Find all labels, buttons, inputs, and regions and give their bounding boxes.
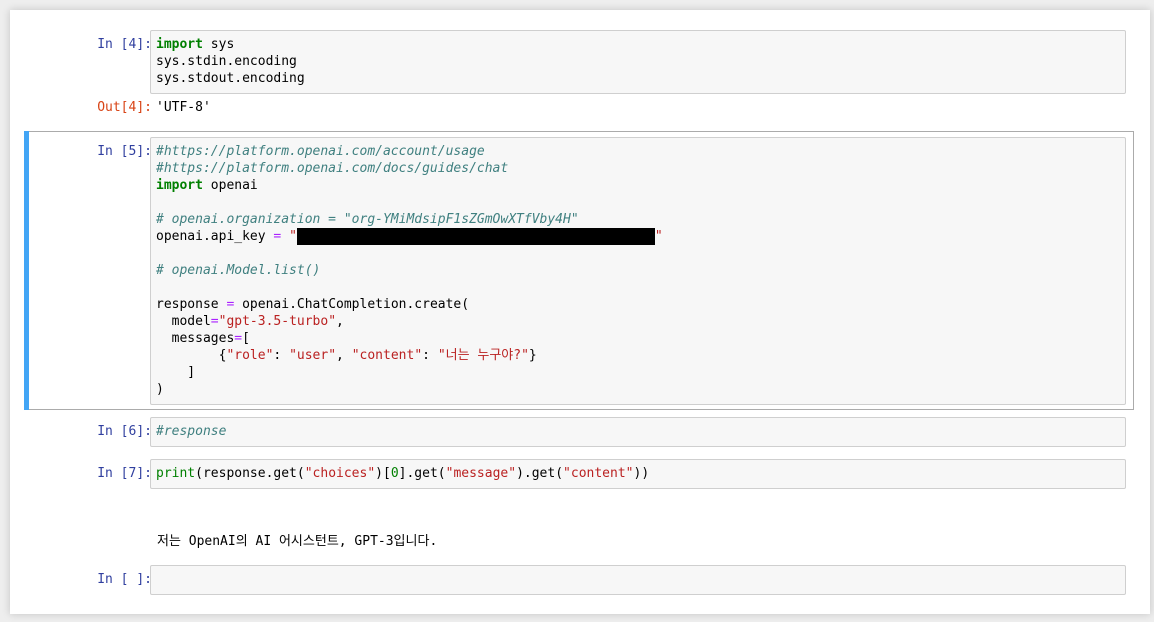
code-line: response = openai.ChatCompletion.create( <box>156 296 1119 313</box>
operator: = <box>234 331 243 346</box>
cell-4-code[interactable]: import sys sys.stdin.encoding sys.stdout.e… <box>151 31 1125 87</box>
cell-5-code[interactable]: #https://platform.openai.com/account/usa… <box>151 138 1125 398</box>
cell-7-code[interactable]: print(response.get("choices")[0].get("me… <box>151 460 1125 482</box>
code-text: : <box>273 348 290 363</box>
cell-4-input[interactable]: import sys sys.stdin.encoding sys.stdout.e… <box>150 30 1126 94</box>
code-comment: #response <box>156 424 227 439</box>
keyword-import: import <box>156 37 203 52</box>
string-quote: " <box>654 229 663 244</box>
string-literal: "choices" <box>304 466 376 481</box>
code-text: response <box>156 297 227 312</box>
number-literal: 0 <box>390 466 399 481</box>
builtin-print: print <box>156 466 196 481</box>
code-text: [ <box>242 331 250 346</box>
code-line: sys.stdin.encoding <box>156 54 297 69</box>
code-text: )) <box>633 466 650 481</box>
cell-7-in-prompt: In [7]: <box>97 466 152 481</box>
code-line: {"role": "user", "content": "너는 누구야?"} <box>156 347 1119 364</box>
code-text: , <box>336 314 344 329</box>
code-text: { <box>156 348 227 363</box>
code-text: : <box>422 348 438 363</box>
code-line: sys.stdout.encoding <box>156 71 305 86</box>
cell-6-in-prompt: In [6]: <box>97 424 152 439</box>
code-line: model="gpt-3.5-turbo", <box>156 313 1119 330</box>
cell-5-in-prompt: In [5]: <box>97 144 152 159</box>
string-literal: "content" <box>351 348 423 363</box>
cell-7-output: 저는 OpenAI의 AI 어시스턴트, GPT-3입니다. <box>157 534 438 549</box>
code-text: ].get( <box>398 466 446 481</box>
string-literal: "너는 누구야?" <box>437 348 529 363</box>
code-line: messages=[ <box>156 330 1119 347</box>
code-text: (response.get( <box>195 466 305 481</box>
code-comment: # openai.Model.list() <box>156 263 321 278</box>
code-text: } <box>528 348 537 363</box>
operator: = <box>273 229 282 244</box>
code-text: openai.api_key <box>156 229 274 244</box>
code-text: ).get( <box>516 466 564 481</box>
selected-cell-indicator <box>24 131 29 410</box>
code-line: import sys <box>156 36 1119 53</box>
string-literal: "message" <box>445 466 517 481</box>
cell-5-input[interactable]: #https://platform.openai.com/account/usa… <box>150 137 1126 405</box>
code-text: sys <box>202 37 235 52</box>
string-literal: "gpt-3.5-turbo" <box>218 314 337 329</box>
code-text: model <box>156 314 211 329</box>
cell-empty-in-prompt: In [ ]: <box>97 572 152 587</box>
cell-4-out-prompt: Out[4]: <box>97 100 152 115</box>
cell-6-input[interactable]: #response <box>150 417 1126 447</box>
string-literal: "role" <box>226 348 274 363</box>
notebook-container: In [4]: import sys sys.stdin.encoding sys.… <box>10 10 1150 614</box>
code-comment: # openai.organization = "org-YMiMdsipF1s… <box>156 212 579 227</box>
code-text: )[ <box>375 466 391 481</box>
code-text: messages <box>156 331 235 346</box>
code-text: , <box>336 348 352 363</box>
string-quote: " <box>289 229 297 244</box>
keyword-import: import <box>156 178 203 193</box>
code-line: ] <box>156 365 196 380</box>
string-literal: "content" <box>563 466 634 481</box>
code-line: print(response.get("choices")[0].get("me… <box>156 465 1119 482</box>
code-line: openai.api_key = " " <box>156 228 1119 245</box>
redacted-api-key <box>296 228 655 245</box>
cell-empty-input[interactable] <box>150 565 1126 595</box>
cell-4-output: 'UTF-8' <box>156 100 211 115</box>
cell-4-in-prompt: In [4]: <box>97 37 152 52</box>
operator: = <box>210 314 219 329</box>
cell-6-code[interactable]: #response <box>151 418 1125 440</box>
code-line: import openai <box>156 177 1119 194</box>
code-text: openai <box>202 178 258 193</box>
code-text: openai.ChatCompletion.create( <box>234 297 470 312</box>
code-line: ) <box>156 382 164 397</box>
code-comment: #https://platform.openai.com/docs/guides… <box>156 161 509 176</box>
code-comment: #https://platform.openai.com/account/usa… <box>156 144 485 159</box>
cell-7-input[interactable]: print(response.get("choices")[0].get("me… <box>150 459 1126 489</box>
string-literal: "user" <box>289 348 337 363</box>
